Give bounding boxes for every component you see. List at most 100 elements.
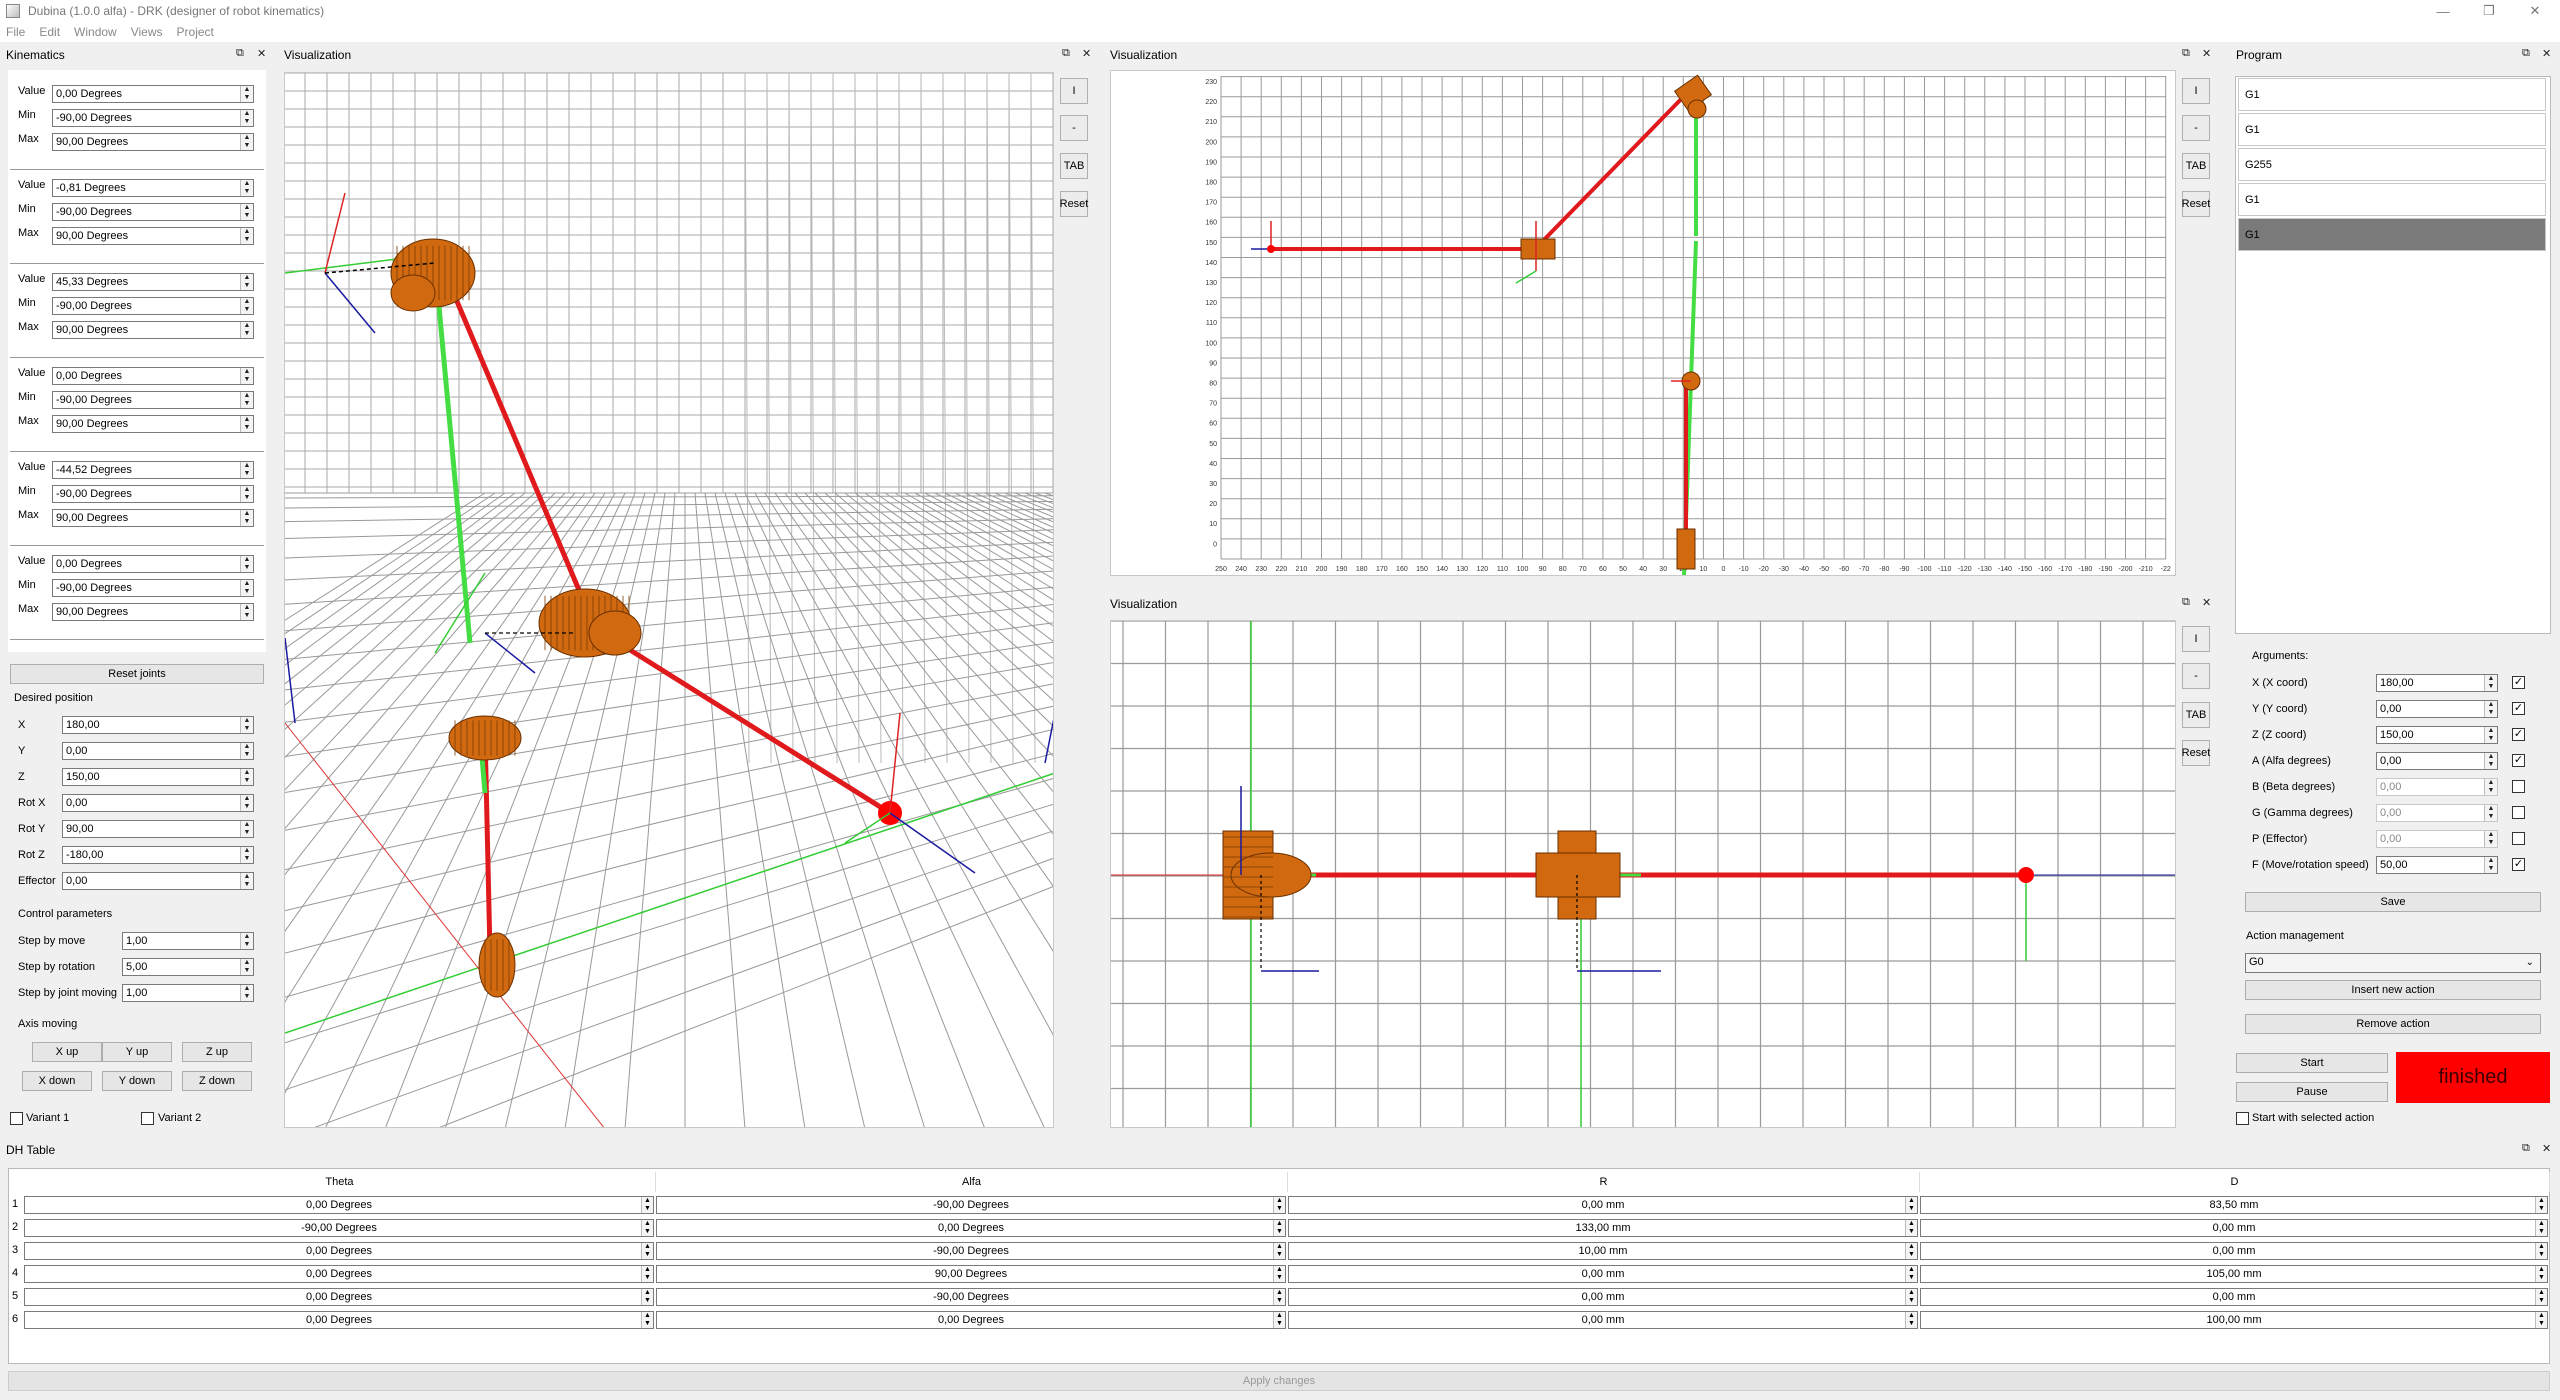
- dh-cell[interactable]: 0,00 mm ▲ ▼: [1288, 1288, 1918, 1306]
- spin-arrows-icon[interactable]: ▲ ▼: [240, 134, 253, 150]
- argument-spin-3[interactable]: 150,00 ▲ ▼: [2376, 726, 2498, 744]
- spin-arrows-icon[interactable]: ▲ ▼: [1273, 1312, 1285, 1328]
- spin-arrows-icon[interactable]: ▲ ▼: [1905, 1312, 1917, 1328]
- close-icon[interactable]: ✕: [2202, 596, 2211, 609]
- spin-arrows-icon[interactable]: ▲ ▼: [641, 1220, 653, 1236]
- vis-top-reset-button[interactable]: Reset: [2182, 191, 2210, 217]
- action-select[interactable]: G0 ⌄: [2245, 953, 2541, 973]
- spin-arrows-icon[interactable]: ▲ ▼: [2535, 1220, 2547, 1236]
- spin-arrows-icon[interactable]: ▲ ▼: [240, 322, 253, 338]
- joint-5-value-spin[interactable]: -44,52 Degrees ▲ ▼: [52, 461, 254, 479]
- control-spin-1[interactable]: 1,00 ▲ ▼: [122, 932, 254, 950]
- spin-arrows-icon[interactable]: ▲ ▼: [240, 769, 253, 785]
- start-button[interactable]: Start: [2236, 1053, 2388, 1073]
- dh-cell[interactable]: -90,00 Degrees ▲ ▼: [656, 1196, 1286, 1214]
- save-button[interactable]: Save: [2245, 892, 2541, 912]
- program-item[interactable]: G1: [2238, 78, 2546, 111]
- dh-cell[interactable]: 0,00 mm ▲ ▼: [1288, 1311, 1918, 1329]
- control-spin-2[interactable]: 5,00 ▲ ▼: [122, 958, 254, 976]
- close-icon[interactable]: ✕: [2542, 47, 2551, 60]
- spin-arrows-icon[interactable]: ▲ ▼: [1273, 1243, 1285, 1259]
- spin-arrows-icon[interactable]: ▲ ▼: [2484, 857, 2497, 873]
- dh-cell[interactable]: 0,00 mm ▲ ▼: [1288, 1265, 1918, 1283]
- variant-2-checkbox[interactable]: [141, 1112, 154, 1125]
- spin-arrows-icon[interactable]: ▲ ▼: [240, 959, 253, 975]
- spin-arrows-icon[interactable]: ▲ ▼: [641, 1243, 653, 1259]
- argument-spin-2[interactable]: 0,00 ▲ ▼: [2376, 700, 2498, 718]
- spin-arrows-icon[interactable]: ▲ ▼: [240, 717, 253, 733]
- close-icon[interactable]: ✕: [2202, 47, 2211, 60]
- vis3d-i-button[interactable]: I: [1060, 78, 1088, 104]
- argument-checkbox[interactable]: ✓: [2512, 676, 2525, 689]
- spin-arrows-icon[interactable]: ▲ ▼: [240, 274, 253, 290]
- argument-checkbox[interactable]: ✓: [2512, 702, 2525, 715]
- spin-arrows-icon[interactable]: ▲ ▼: [2484, 675, 2497, 691]
- spin-arrows-icon[interactable]: ▲ ▼: [240, 416, 253, 432]
- vis3d-minus-button[interactable]: -: [1060, 115, 1088, 141]
- menu-views[interactable]: Views: [131, 25, 163, 39]
- dh-cell[interactable]: 0,00 Degrees ▲ ▼: [656, 1219, 1286, 1237]
- spin-arrows-icon[interactable]: ▲ ▼: [1273, 1289, 1285, 1305]
- joint-6-value-spin[interactable]: 0,00 Degrees ▲ ▼: [52, 555, 254, 573]
- float-icon[interactable]: ⧉: [2182, 596, 2190, 609]
- spin-arrows-icon[interactable]: ▲ ▼: [641, 1197, 653, 1213]
- vis3d-reset-button[interactable]: Reset: [1060, 191, 1088, 217]
- joint-4-value-spin[interactable]: 0,00 Degrees ▲ ▼: [52, 367, 254, 385]
- spin-arrows-icon[interactable]: ▲ ▼: [1273, 1220, 1285, 1236]
- desired-y-spin[interactable]: 0,00 ▲ ▼: [62, 742, 254, 760]
- spin-arrows-icon[interactable]: ▲ ▼: [2535, 1289, 2547, 1305]
- float-icon[interactable]: ⧉: [2522, 1142, 2530, 1155]
- program-item[interactable]: G1: [2238, 113, 2546, 146]
- spin-arrows-icon[interactable]: ▲ ▼: [240, 510, 253, 526]
- minimize-button[interactable]: —: [2420, 0, 2466, 22]
- spin-arrows-icon[interactable]: ▲ ▼: [2484, 753, 2497, 769]
- spin-arrows-icon[interactable]: ▲ ▼: [2484, 831, 2497, 847]
- joint-1-min-spin[interactable]: -90,00 Degrees ▲ ▼: [52, 109, 254, 127]
- dh-cell[interactable]: 0,00 mm ▲ ▼: [1920, 1242, 2548, 1260]
- float-icon[interactable]: ⧉: [2182, 47, 2190, 60]
- dh-cell[interactable]: 0,00 mm ▲ ▼: [1288, 1196, 1918, 1214]
- menu-project[interactable]: Project: [177, 25, 214, 39]
- spin-arrows-icon[interactable]: ▲ ▼: [2484, 701, 2497, 717]
- program-item[interactable]: G255: [2238, 148, 2546, 181]
- joint-1-value-spin[interactable]: 0,00 Degrees ▲ ▼: [52, 85, 254, 103]
- spin-arrows-icon[interactable]: ▲ ▼: [1905, 1266, 1917, 1282]
- spin-arrows-icon[interactable]: ▲ ▼: [240, 204, 253, 220]
- vis-top-minus-button[interactable]: -: [2182, 115, 2210, 141]
- dh-cell[interactable]: 0,00 mm ▲ ▼: [1920, 1219, 2548, 1237]
- spin-arrows-icon[interactable]: ▲ ▼: [1905, 1220, 1917, 1236]
- joint-3-max-spin[interactable]: 90,00 Degrees ▲ ▼: [52, 321, 254, 339]
- spin-arrows-icon[interactable]: ▲ ▼: [240, 821, 253, 837]
- argument-checkbox[interactable]: [2512, 832, 2525, 845]
- spin-arrows-icon[interactable]: ▲ ▼: [240, 985, 253, 1001]
- scene-top[interactable]: [1111, 621, 2176, 1128]
- y-down-button[interactable]: Y down: [102, 1071, 172, 1091]
- spin-arrows-icon[interactable]: ▲ ▼: [2535, 1197, 2547, 1213]
- y-up-button[interactable]: Y up: [102, 1042, 172, 1062]
- scene-side[interactable]: 250 240 230 220 210 200 190 180 170 160 150 140 130 1…: [1111, 71, 2176, 576]
- spin-arrows-icon[interactable]: ▲ ▼: [240, 486, 253, 502]
- vis3d-tab-button[interactable]: TAB: [1060, 153, 1088, 179]
- dh-cell[interactable]: 90,00 Degrees ▲ ▼: [656, 1265, 1286, 1283]
- argument-spin-8[interactable]: 50,00 ▲ ▼: [2376, 856, 2498, 874]
- dh-cell[interactable]: 0,00 Degrees ▲ ▼: [24, 1288, 654, 1306]
- viewport-3d[interactable]: [284, 72, 1054, 1128]
- desired-effector-spin[interactable]: 0,00 ▲ ▼: [62, 872, 254, 890]
- reset-joints-button[interactable]: Reset joints: [10, 664, 264, 684]
- menu-file[interactable]: File: [6, 25, 25, 39]
- argument-checkbox[interactable]: [2512, 806, 2525, 819]
- spin-arrows-icon[interactable]: ▲ ▼: [240, 580, 253, 596]
- program-item[interactable]: G1: [2238, 218, 2546, 251]
- joint-2-value-spin[interactable]: -0,81 Degrees ▲ ▼: [52, 179, 254, 197]
- desired-z-spin[interactable]: 150,00 ▲ ▼: [62, 768, 254, 786]
- menu-window[interactable]: Window: [74, 25, 117, 39]
- spin-arrows-icon[interactable]: ▲ ▼: [1905, 1289, 1917, 1305]
- desired-rot-z-spin[interactable]: -180,00 ▲ ▼: [62, 846, 254, 864]
- spin-arrows-icon[interactable]: ▲ ▼: [641, 1312, 653, 1328]
- spin-arrows-icon[interactable]: ▲ ▼: [641, 1289, 653, 1305]
- joint-1-max-spin[interactable]: 90,00 Degrees ▲ ▼: [52, 133, 254, 151]
- spin-arrows-icon[interactable]: ▲ ▼: [240, 180, 253, 196]
- vis-bottom-reset-button[interactable]: Reset: [2182, 740, 2210, 766]
- spin-arrows-icon[interactable]: ▲ ▼: [240, 604, 253, 620]
- desired-rot-y-spin[interactable]: 90,00 ▲ ▼: [62, 820, 254, 838]
